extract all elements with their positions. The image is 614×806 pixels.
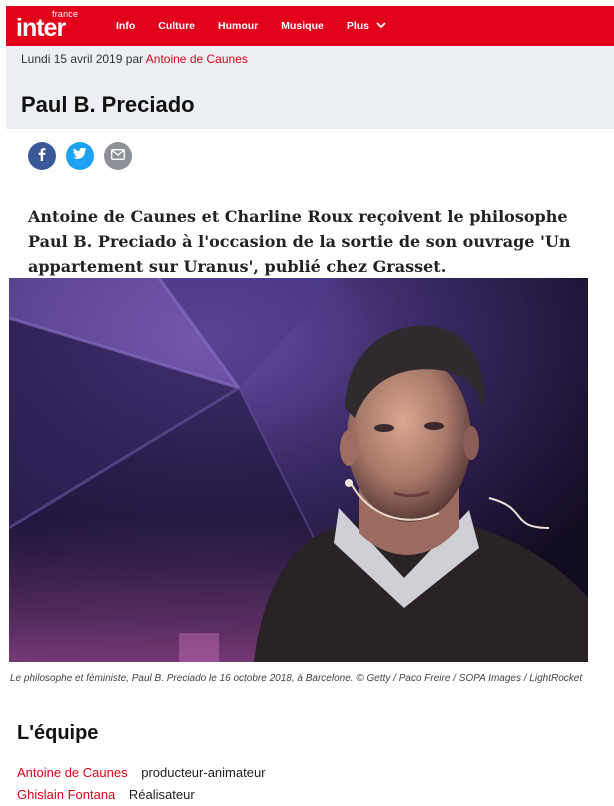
photo-caption: Le philosophe et féministe, Paul B. Prec… [10, 673, 583, 684]
by-label: par [125, 52, 144, 66]
publish-date: Lundi 15 avril 2019 [21, 52, 123, 66]
team-member: Ghislain Fontana Réalisateur [17, 784, 266, 806]
page-title: Paul B. Preciado [21, 92, 195, 117]
team-member-name[interactable]: Ghislain Fontana [17, 787, 115, 802]
nav-item-musique[interactable]: Musique [281, 20, 324, 32]
main-nav: Info Culture Humour Musique Plus [116, 6, 409, 46]
nav-plus-label: Plus [346, 20, 370, 32]
author-link[interactable]: Antoine de Caunes [146, 52, 248, 66]
facebook-icon [35, 147, 49, 166]
dateline: Lundi 15 avril 2019 par Antoine de Caune… [21, 52, 248, 66]
twitter-share-button[interactable] [66, 142, 94, 170]
team-member-role: Réalisateur [128, 787, 195, 802]
twitter-icon [73, 147, 87, 165]
mail-icon [111, 147, 125, 165]
nav-item-plus[interactable]: Plus [347, 20, 386, 32]
article-photo [9, 278, 588, 662]
logo-big-text: inter [16, 14, 66, 42]
team-member-role: producteur-animateur [141, 765, 266, 780]
nav-item-info[interactable]: Info [116, 20, 135, 32]
team-section-title: L'équipe [17, 722, 99, 744]
team-list: Antoine de Caunes producteur-animateur G… [17, 762, 266, 806]
team-member: Antoine de Caunes producteur-animateur [17, 762, 266, 784]
mail-share-button[interactable] [104, 142, 132, 170]
chevron-down-icon [376, 20, 386, 32]
nav-item-culture[interactable]: Culture [158, 20, 195, 32]
article-lead: Antoine de Caunes et Charline Roux reçoi… [28, 207, 571, 276]
share-buttons [28, 142, 142, 170]
article-header: Lundi 15 avril 2019 par Antoine de Caune… [6, 46, 614, 129]
facebook-share-button[interactable] [28, 142, 56, 170]
nav-item-humour[interactable]: Humour [218, 20, 258, 32]
france-inter-logo[interactable]: france inter [16, 9, 86, 45]
top-navigation-bar: france inter Info Culture Humour Musique… [6, 6, 614, 46]
team-member-name[interactable]: Antoine de Caunes [17, 765, 128, 780]
